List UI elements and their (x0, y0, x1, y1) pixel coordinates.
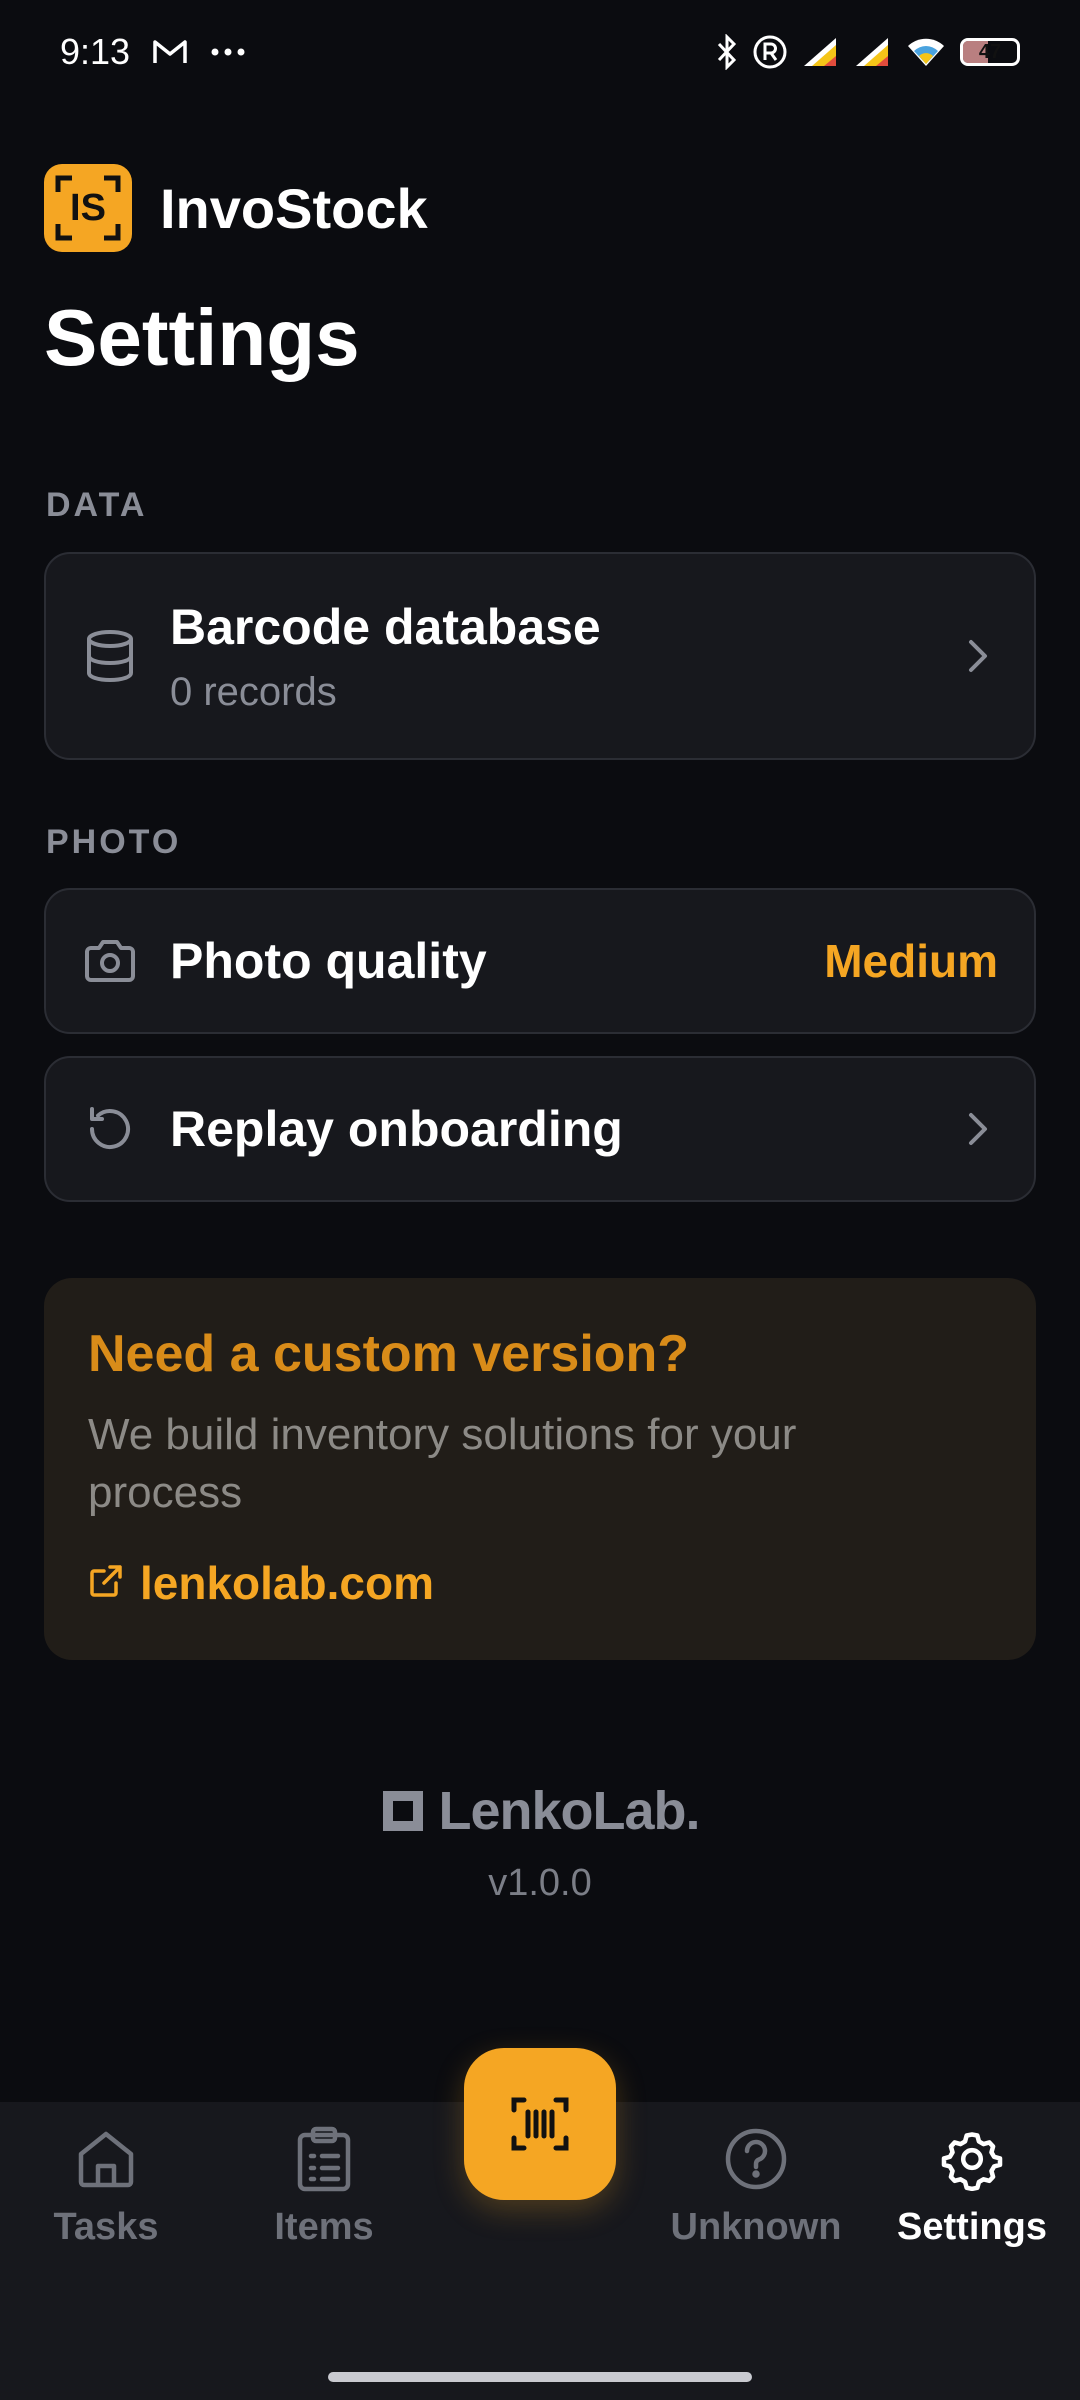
barcode-scan-icon (511, 2097, 569, 2151)
page-title: Settings (44, 293, 360, 382)
bluetooth-icon (716, 34, 738, 70)
photo-quality-row[interactable]: Photo quality Medium (44, 888, 1036, 1034)
section-label-data: DATA (46, 486, 148, 524)
status-time: 9:13 (60, 31, 131, 72)
gmail-icon (152, 38, 188, 66)
barcode-database-row[interactable]: Barcode database 0 records (44, 552, 1036, 760)
scan-barcode-button[interactable] (464, 2048, 616, 2200)
external-link-icon (88, 1556, 124, 1610)
nav-unknown-label: Unknown (670, 2206, 842, 2248)
status-right: 47 (716, 34, 1020, 70)
nav-unknown[interactable]: Unknown (656, 2124, 856, 2249)
custom-version-promo: Need a custom version? We build inventor… (44, 1278, 1036, 1660)
database-icon (82, 628, 138, 684)
refresh-icon (82, 1101, 138, 1157)
status-left: 9:13 (60, 31, 246, 73)
promo-title: Need a custom version? (88, 1325, 690, 1383)
nav-settings[interactable]: Settings (872, 2124, 1072, 2249)
brand-name: LenkoLab. (438, 1781, 700, 1841)
nav-tasks-label: Tasks (53, 2206, 159, 2248)
app-header: IS InvoStock (44, 164, 428, 252)
brand-square-icon (383, 1791, 424, 1831)
help-circle-icon (721, 2124, 791, 2194)
app-logo: IS (44, 164, 132, 252)
signal-icon (854, 36, 892, 68)
barcode-database-count: 0 records (170, 669, 337, 714)
nav-settings-label: Settings (897, 2206, 1047, 2248)
nav-items-label: Items (274, 2206, 374, 2248)
replay-onboarding-row[interactable]: Replay onboarding (44, 1056, 1036, 1202)
promo-link-text[interactable]: lenkolab.com (140, 1556, 434, 1610)
app-version: v1.0.0 (488, 1862, 592, 1904)
photo-quality-title: Photo quality (170, 933, 487, 989)
camera-icon (82, 933, 138, 989)
replay-onboarding-title: Replay onboarding (170, 1101, 623, 1157)
battery-icon: 47 (960, 38, 1020, 66)
wifi-icon (906, 36, 946, 68)
app-name: InvoStock (160, 176, 428, 240)
home-indicator[interactable] (328, 2372, 752, 2382)
registered-icon (752, 34, 788, 70)
promo-link[interactable]: lenkolab.com (88, 1556, 992, 1610)
battery-level: 47 (978, 40, 1002, 63)
section-label-photo: PHOTO (46, 823, 182, 861)
chevron-right-icon (958, 636, 998, 676)
brand-logo: LenkoLab. (0, 1780, 1080, 1842)
nav-tasks[interactable]: Tasks (6, 2124, 206, 2249)
photo-quality-value: Medium (824, 935, 998, 987)
signal-icon (802, 36, 840, 68)
chevron-right-icon (958, 1109, 998, 1149)
nav-items[interactable]: Items (224, 2124, 424, 2249)
gear-icon (937, 2124, 1007, 2194)
home-icon (71, 2124, 141, 2194)
promo-description: We build inventory solutions for your pr… (88, 1410, 797, 1517)
more-notifications-icon (210, 47, 246, 57)
barcode-database-title: Barcode database (170, 598, 601, 655)
clipboard-list-icon (289, 2124, 359, 2194)
status-bar: 9:13 47 (0, 0, 1080, 104)
